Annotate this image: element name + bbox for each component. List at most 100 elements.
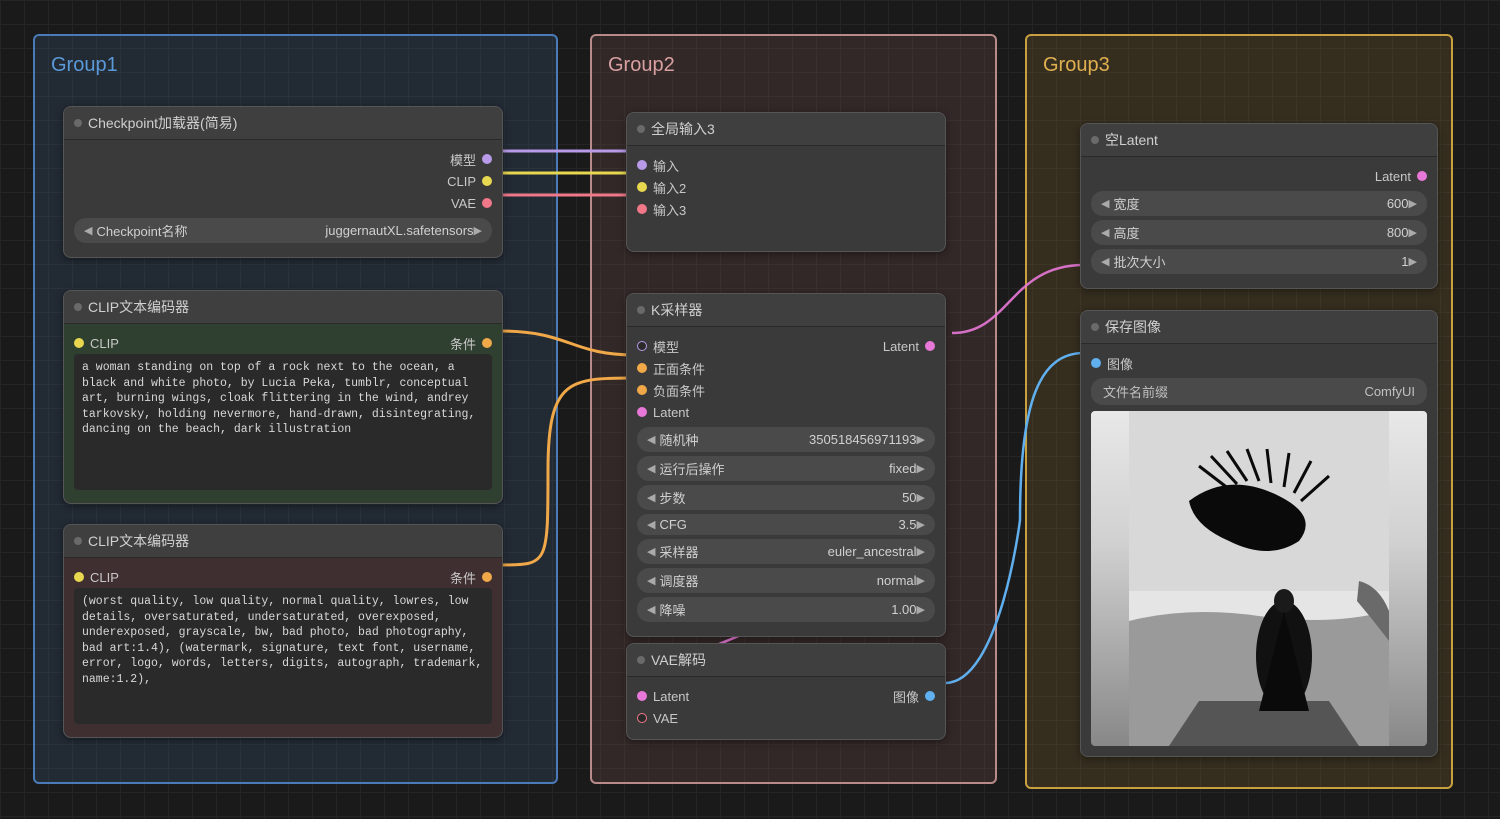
port-icon[interactable] bbox=[482, 154, 492, 164]
input-clip[interactable]: CLIP bbox=[74, 332, 119, 354]
output-image[interactable]: 图像 bbox=[893, 685, 935, 707]
chevron-left-icon[interactable]: ◀ bbox=[1101, 226, 1109, 239]
port-icon[interactable] bbox=[925, 341, 935, 351]
node-clip-encoder-negative[interactable]: CLIP文本编码器 CLIP 条件 bbox=[63, 524, 503, 738]
port-icon[interactable] bbox=[637, 204, 647, 214]
port-icon[interactable] bbox=[1417, 171, 1427, 181]
node-header[interactable]: 保存图像 bbox=[1081, 311, 1437, 344]
chevron-left-icon[interactable]: ◀ bbox=[647, 491, 655, 504]
chevron-left-icon[interactable]: ◀ bbox=[84, 224, 92, 237]
chevron-right-icon[interactable]: ▶ bbox=[917, 603, 925, 616]
input-model[interactable]: 模型 bbox=[637, 335, 679, 357]
output-clip[interactable]: CLIP bbox=[74, 170, 492, 192]
node-header[interactable]: Checkpoint加载器(简易) bbox=[64, 107, 502, 140]
collapse-dot-icon[interactable] bbox=[1091, 136, 1099, 144]
chevron-left-icon[interactable]: ◀ bbox=[1101, 197, 1109, 210]
output-model[interactable]: 模型 bbox=[74, 148, 492, 170]
node-clip-encoder-positive[interactable]: CLIP文本编码器 CLIP 条件 bbox=[63, 290, 503, 504]
port-icon[interactable] bbox=[637, 713, 647, 723]
input-clip[interactable]: CLIP bbox=[74, 566, 119, 588]
output-image-preview[interactable] bbox=[1091, 411, 1427, 746]
port-icon[interactable] bbox=[482, 198, 492, 208]
chevron-right-icon[interactable]: ▶ bbox=[1409, 197, 1417, 210]
node-global-input[interactable]: 全局输入3 输入 输入2 输入3 bbox=[626, 112, 946, 252]
collapse-dot-icon[interactable] bbox=[1091, 323, 1099, 331]
collapse-dot-icon[interactable] bbox=[637, 656, 645, 664]
port-icon[interactable] bbox=[74, 572, 84, 582]
chevron-right-icon[interactable]: ▶ bbox=[917, 433, 925, 446]
batch-size-field[interactable]: ◀批次大小1▶ bbox=[1091, 249, 1427, 274]
port-icon[interactable] bbox=[637, 385, 647, 395]
output-vae[interactable]: VAE bbox=[74, 192, 492, 214]
port-icon[interactable] bbox=[482, 572, 492, 582]
chevron-right-icon[interactable]: ▶ bbox=[474, 224, 482, 237]
chevron-left-icon[interactable]: ◀ bbox=[647, 462, 655, 475]
collapse-dot-icon[interactable] bbox=[637, 125, 645, 133]
chevron-left-icon[interactable]: ◀ bbox=[647, 518, 655, 531]
node-empty-latent[interactable]: 空Latent Latent ◀宽度600▶ ◀高度800▶ ◀批次大小1▶ bbox=[1080, 123, 1438, 289]
filename-prefix-field[interactable]: 文件名前缀ComfyUI bbox=[1091, 378, 1427, 405]
chevron-left-icon[interactable]: ◀ bbox=[647, 433, 655, 446]
port-icon[interactable] bbox=[637, 363, 647, 373]
port-icon[interactable] bbox=[482, 338, 492, 348]
input-latent[interactable]: Latent bbox=[637, 401, 935, 423]
output-latent[interactable]: Latent bbox=[883, 335, 935, 357]
port-icon[interactable] bbox=[925, 691, 935, 701]
collapse-dot-icon[interactable] bbox=[74, 537, 82, 545]
prompt-text-input[interactable] bbox=[74, 354, 492, 490]
chevron-right-icon[interactable]: ▶ bbox=[1409, 255, 1417, 268]
chevron-right-icon[interactable]: ▶ bbox=[917, 518, 925, 531]
negative-prompt-text-input[interactable] bbox=[74, 588, 492, 724]
input-1[interactable]: 输入 bbox=[637, 154, 935, 176]
collapse-dot-icon[interactable] bbox=[637, 306, 645, 314]
chevron-right-icon[interactable]: ▶ bbox=[917, 545, 925, 558]
input-positive[interactable]: 正面条件 bbox=[637, 357, 935, 379]
input-3[interactable]: 输入3 bbox=[637, 198, 935, 220]
collapse-dot-icon[interactable] bbox=[74, 303, 82, 311]
chevron-left-icon[interactable]: ◀ bbox=[647, 603, 655, 616]
port-icon[interactable] bbox=[637, 160, 647, 170]
input-2[interactable]: 输入2 bbox=[637, 176, 935, 198]
node-header[interactable]: K采样器 bbox=[627, 294, 945, 327]
chevron-left-icon[interactable]: ◀ bbox=[1101, 255, 1109, 268]
port-icon[interactable] bbox=[637, 182, 647, 192]
chevron-right-icon[interactable]: ▶ bbox=[1409, 226, 1417, 239]
input-latent[interactable]: Latent bbox=[637, 685, 689, 707]
chevron-right-icon[interactable]: ▶ bbox=[917, 491, 925, 504]
input-vae[interactable]: VAE bbox=[637, 707, 935, 729]
port-icon[interactable] bbox=[1091, 358, 1101, 368]
port-icon[interactable] bbox=[482, 176, 492, 186]
port-icon[interactable] bbox=[637, 691, 647, 701]
port-icon[interactable] bbox=[637, 407, 647, 417]
input-negative[interactable]: 负面条件 bbox=[637, 379, 935, 401]
node-header[interactable]: CLIP文本编码器 bbox=[64, 291, 502, 324]
node-header[interactable]: CLIP文本编码器 bbox=[64, 525, 502, 558]
node-ksampler[interactable]: K采样器 模型 Latent 正面条件 负面条件 Latent ◀随机种3505… bbox=[626, 293, 946, 637]
scheduler-field[interactable]: ◀调度器normal▶ bbox=[637, 568, 935, 593]
height-field[interactable]: ◀高度800▶ bbox=[1091, 220, 1427, 245]
cfg-field[interactable]: ◀CFG3.5▶ bbox=[637, 514, 935, 535]
input-image[interactable]: 图像 bbox=[1091, 352, 1427, 374]
chevron-left-icon[interactable]: ◀ bbox=[647, 574, 655, 587]
node-save-image[interactable]: 保存图像 图像 文件名前缀ComfyUI bbox=[1080, 310, 1438, 757]
node-header[interactable]: 全局输入3 bbox=[627, 113, 945, 146]
denoise-field[interactable]: ◀降噪1.00▶ bbox=[637, 597, 935, 622]
port-icon[interactable] bbox=[637, 341, 647, 351]
node-header[interactable]: VAE解码 bbox=[627, 644, 945, 677]
sampler-field[interactable]: ◀采样器euler_ancestral▶ bbox=[637, 539, 935, 564]
chevron-left-icon[interactable]: ◀ bbox=[647, 545, 655, 558]
seed-field[interactable]: ◀随机种350518456971193▶ bbox=[637, 427, 935, 452]
node-vae-decode[interactable]: VAE解码 Latent 图像 VAE bbox=[626, 643, 946, 740]
output-conditioning[interactable]: 条件 bbox=[450, 566, 492, 588]
port-icon[interactable] bbox=[74, 338, 84, 348]
output-conditioning[interactable]: 条件 bbox=[450, 332, 492, 354]
ckpt-name-selector[interactable]: ◀Checkpoint名称juggernautXL.safetensors▶ bbox=[74, 218, 492, 243]
output-latent[interactable]: Latent bbox=[1091, 165, 1427, 187]
width-field[interactable]: ◀宽度600▶ bbox=[1091, 191, 1427, 216]
collapse-dot-icon[interactable] bbox=[74, 119, 82, 127]
node-header[interactable]: 空Latent bbox=[1081, 124, 1437, 157]
chevron-right-icon[interactable]: ▶ bbox=[917, 574, 925, 587]
control-after-generate-field[interactable]: ◀运行后操作fixed▶ bbox=[637, 456, 935, 481]
node-checkpoint-loader[interactable]: Checkpoint加载器(简易) 模型 CLIP VAE ◀Checkpoin… bbox=[63, 106, 503, 258]
steps-field[interactable]: ◀步数50▶ bbox=[637, 485, 935, 510]
